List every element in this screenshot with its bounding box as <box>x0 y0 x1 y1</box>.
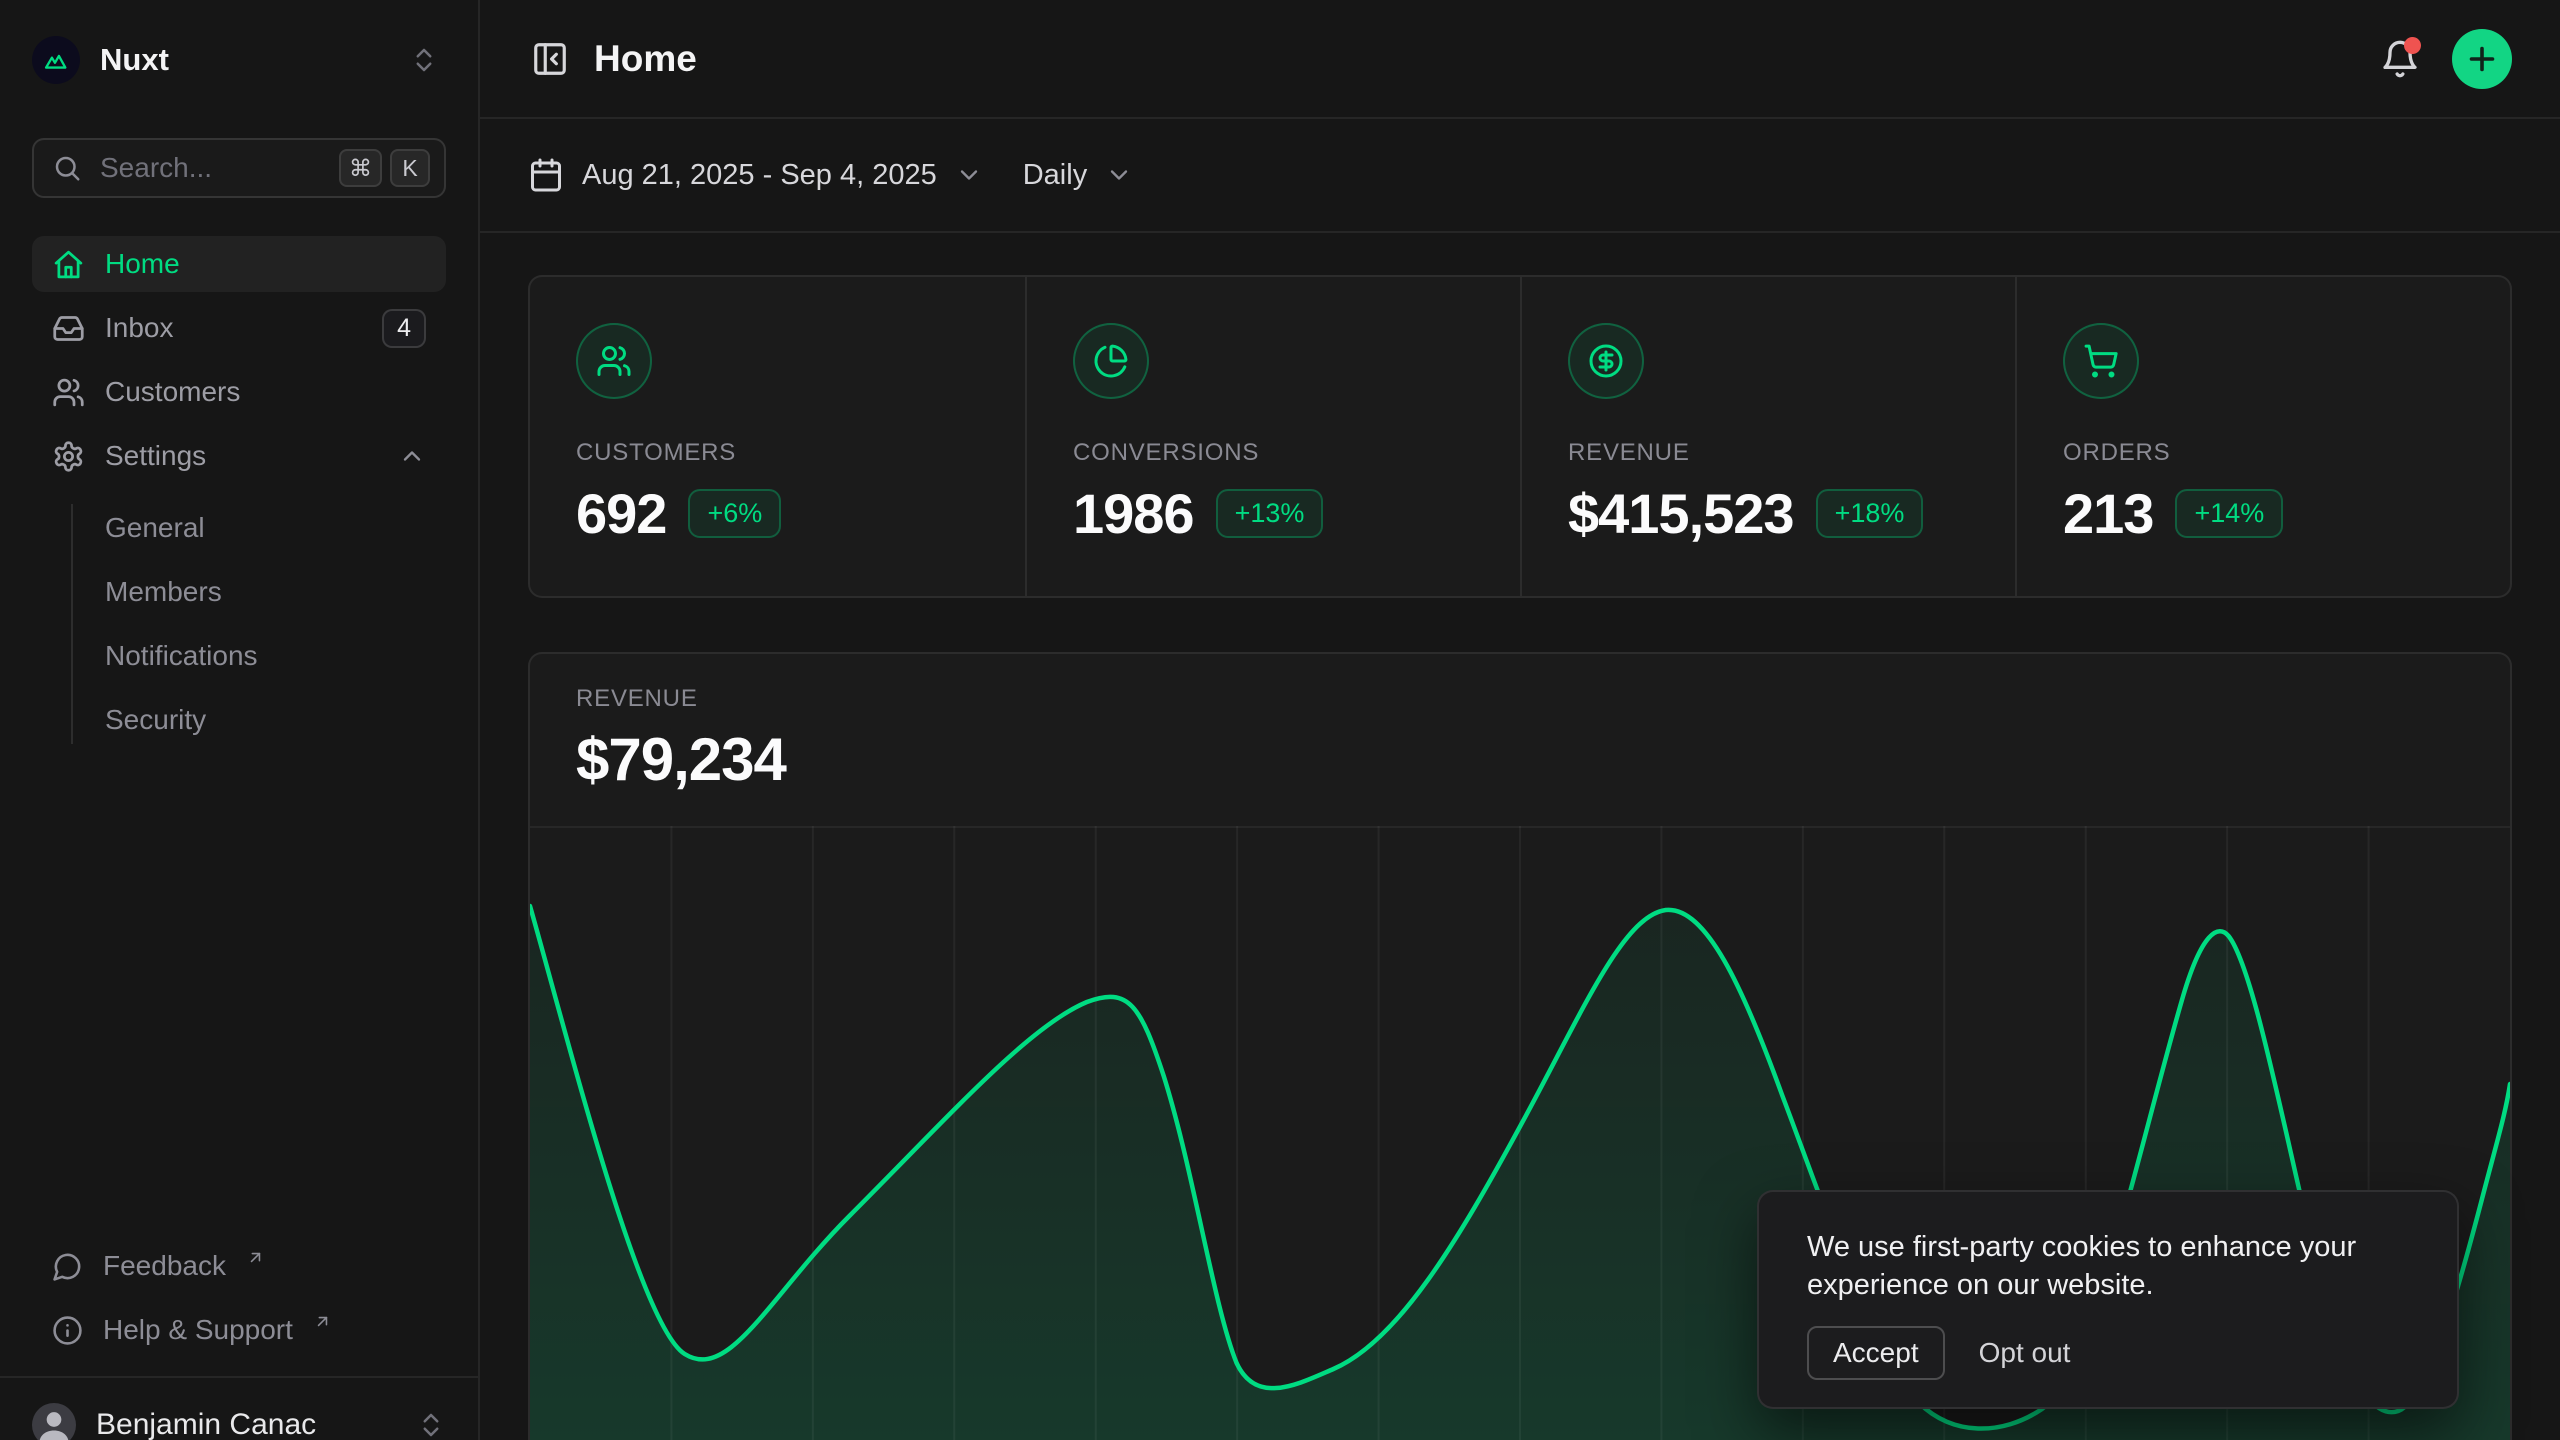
inbox-icon <box>52 312 85 345</box>
add-button[interactable] <box>2452 29 2512 89</box>
external-link-icon <box>246 1242 265 1274</box>
workspace-switcher[interactable]: Nuxt <box>32 36 169 84</box>
feedback-label: Feedback <box>103 1250 226 1282</box>
stat-card-revenue[interactable]: REVENUE $415,523 +18% <box>1520 277 2015 596</box>
accept-cookies-button[interactable]: Accept <box>1807 1326 1945 1380</box>
sidebar-footer: Feedback Help & Support <box>0 1238 478 1440</box>
chevron-down-icon <box>955 161 983 189</box>
granularity-select[interactable]: Daily <box>1023 159 1133 192</box>
cookie-banner: We use first-party cookies to enhance yo… <box>1757 1190 2459 1409</box>
dollar-circle-icon <box>1568 323 1644 399</box>
chevron-up-icon <box>398 442 426 470</box>
feedback-link[interactable]: Feedback <box>32 1238 446 1294</box>
page-header: Home <box>480 0 2560 119</box>
workspace-row: Nuxt <box>32 32 446 88</box>
pie-chart-icon <box>1073 323 1149 399</box>
notifications-button[interactable] <box>2378 37 2422 81</box>
help-support-link[interactable]: Help & Support <box>32 1302 446 1358</box>
kbd-command: ⌘ <box>339 149 382 187</box>
settings-subtree: General Members Notifications Security <box>32 500 446 748</box>
kbd-k: K <box>390 149 430 187</box>
sidebar-item-label: Home <box>105 248 180 280</box>
sidebar-item-label: Customers <box>105 376 240 408</box>
sub-item-label: Notifications <box>105 640 258 672</box>
user-selector-button[interactable] <box>416 1410 446 1440</box>
stat-card-conversions[interactable]: CONVERSIONS 1986 +13% <box>1025 277 1520 596</box>
external-link-icon <box>313 1306 332 1338</box>
stat-delta-badge: +14% <box>2175 489 2283 538</box>
chevrons-up-down-icon <box>416 1410 446 1440</box>
stat-label: ORDERS <box>2063 439 2464 467</box>
avatar <box>32 1403 76 1440</box>
inbox-count-badge: 4 <box>382 309 426 348</box>
revenue-chart-value: $79,234 <box>576 725 2464 794</box>
notification-dot <box>2404 37 2421 54</box>
sub-item-label: General <box>105 512 205 544</box>
users-icon <box>576 323 652 399</box>
sidebar-item-label: Inbox <box>105 312 174 344</box>
plus-icon <box>2464 41 2500 77</box>
stat-value: 1986 <box>1073 481 1194 546</box>
workspace-selector-button[interactable] <box>402 38 446 82</box>
help-support-label: Help & Support <box>103 1314 293 1346</box>
stat-label: CUSTOMERS <box>576 439 979 467</box>
user-menu[interactable]: Benjamin Canac <box>0 1376 478 1440</box>
stat-label: CONVERSIONS <box>1073 439 1474 467</box>
granularity-value: Daily <box>1023 159 1087 192</box>
sidebar-item-settings[interactable]: Settings <box>32 428 446 484</box>
calendar-icon <box>528 157 564 193</box>
search-placeholder: Search... <box>100 152 212 184</box>
stat-delta-badge: +13% <box>1216 489 1324 538</box>
sidebar-item-inbox[interactable]: Inbox 4 <box>32 300 446 356</box>
stat-value: 692 <box>576 481 666 546</box>
sidebar-item-general[interactable]: General <box>32 500 446 556</box>
speech-bubble-icon <box>52 1251 83 1282</box>
sub-item-label: Security <box>105 704 206 736</box>
filter-toolbar: Aug 21, 2025 - Sep 4, 2025 Daily <box>480 119 2560 233</box>
sidebar-item-members[interactable]: Members <box>32 564 446 620</box>
optout-cookies-button[interactable]: Opt out <box>1975 1328 2075 1378</box>
sidebar-item-customers[interactable]: Customers <box>32 364 446 420</box>
page-title: Home <box>594 38 697 80</box>
collapse-sidebar-button[interactable] <box>528 37 572 81</box>
sidebar-item-notifications[interactable]: Notifications <box>32 628 446 684</box>
stat-card-orders[interactable]: ORDERS 213 +14% <box>2015 277 2510 596</box>
cookie-message: We use first-party cookies to enhance yo… <box>1807 1228 2409 1304</box>
users-icon <box>52 376 85 409</box>
sidebar-nav: Home Inbox 4 Customers <box>32 236 446 748</box>
stat-value: 213 <box>2063 481 2153 546</box>
stat-value: $415,523 <box>1568 481 1794 546</box>
sidebar-item-home[interactable]: Home <box>32 236 446 292</box>
sub-item-label: Members <box>105 576 222 608</box>
nuxt-logo-icon <box>32 36 80 84</box>
date-range-value: Aug 21, 2025 - Sep 4, 2025 <box>582 159 937 192</box>
revenue-chart-label: REVENUE <box>576 685 2464 713</box>
search-icon <box>52 153 82 183</box>
home-icon <box>52 248 85 281</box>
gear-icon <box>52 440 85 473</box>
search-shortcut: ⌘ K <box>339 149 430 187</box>
panel-left-close-icon <box>531 40 569 78</box>
stat-label: REVENUE <box>1568 439 1969 467</box>
sidebar-item-label: Settings <box>105 440 206 472</box>
cart-icon <box>2063 323 2139 399</box>
chevrons-up-down-icon <box>409 45 439 75</box>
stat-delta-badge: +6% <box>688 489 781 538</box>
sidebar: Nuxt Search... ⌘ K <box>0 0 480 1440</box>
date-range-picker[interactable]: Aug 21, 2025 - Sep 4, 2025 <box>528 157 983 193</box>
sidebar-item-security[interactable]: Security <box>32 692 446 748</box>
search-input[interactable]: Search... ⌘ K <box>32 138 446 198</box>
user-name: Benjamin Canac <box>96 1408 316 1440</box>
chevron-down-icon <box>1105 161 1133 189</box>
info-circle-icon <box>52 1315 83 1346</box>
stat-delta-badge: +18% <box>1816 489 1924 538</box>
stats-row: CUSTOMERS 692 +6% CONVERSIONS 1986 +13% <box>528 275 2512 598</box>
brand-name: Nuxt <box>100 42 169 78</box>
stat-card-customers[interactable]: CUSTOMERS 692 +6% <box>530 277 1025 596</box>
